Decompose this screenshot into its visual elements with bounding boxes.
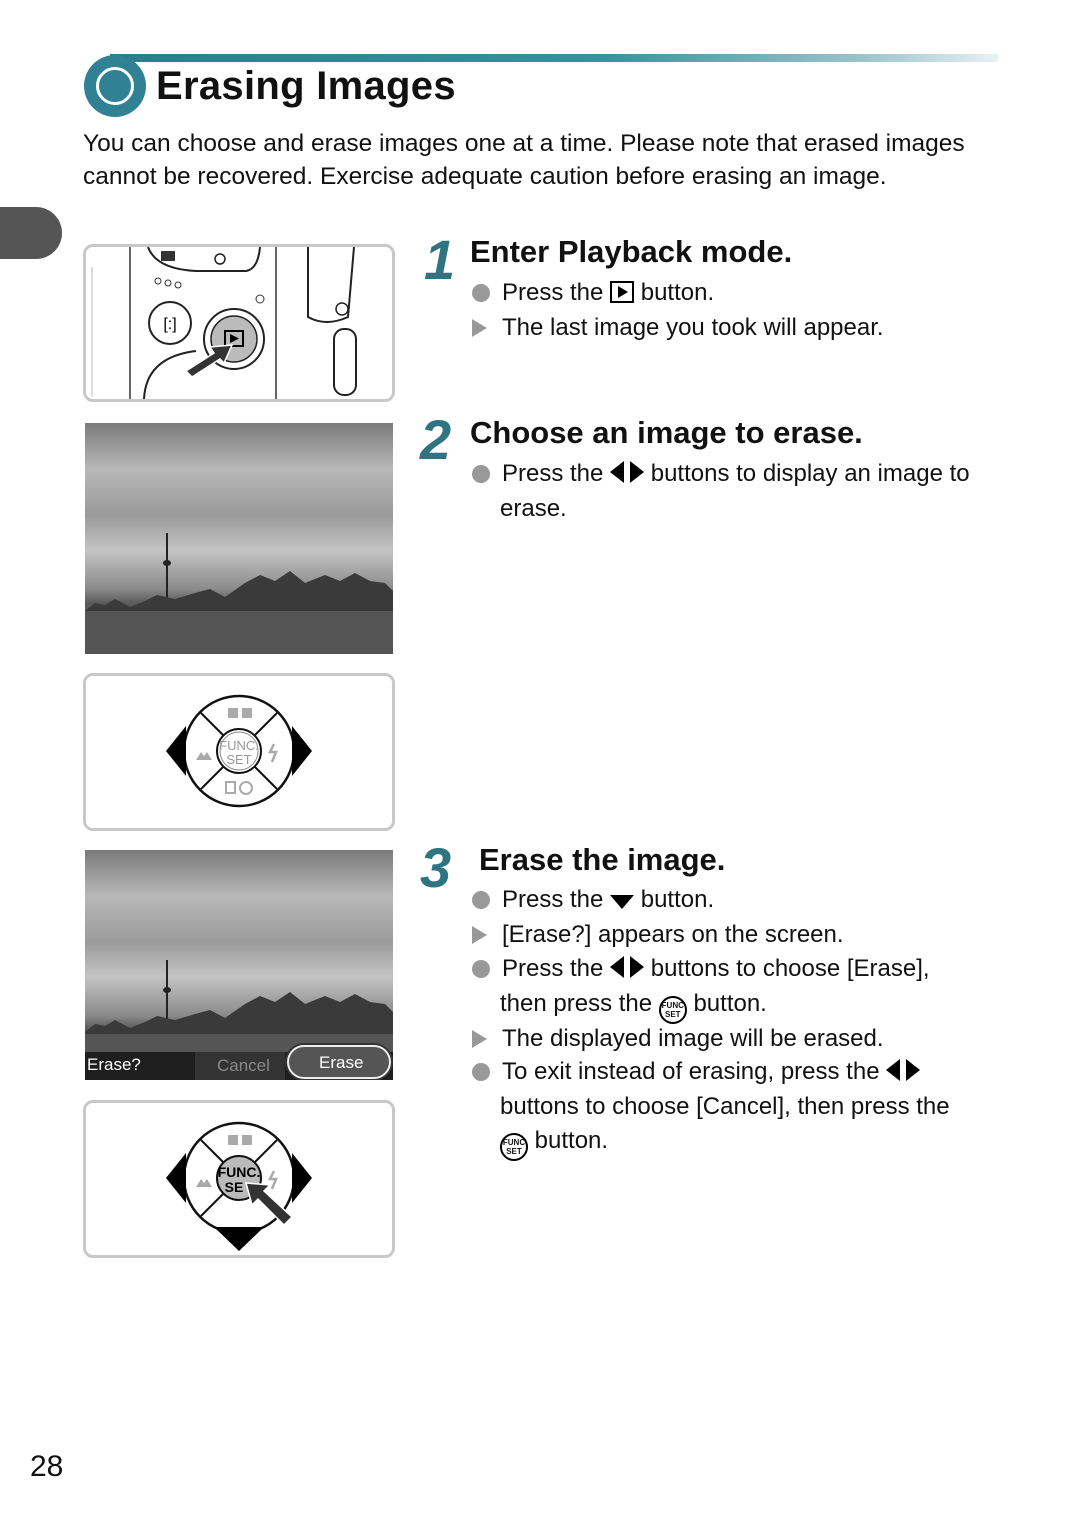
left-right-arrows-icon (610, 956, 645, 978)
step-1-title: Enter Playback mode. (470, 234, 793, 269)
set-label: SE (225, 1179, 244, 1195)
result-arrow-icon (472, 1030, 487, 1048)
bullet-icon (472, 284, 490, 302)
step-1-instruction: Press the button. (472, 275, 714, 310)
erase-option-selected: Erase (287, 1045, 391, 1079)
step-3-instruction-1: Press the button. (472, 882, 714, 917)
intro-paragraph: You can choose and erase images one at a… (83, 130, 965, 190)
bullet-icon (472, 465, 490, 483)
func-set-icon: FUNC SET (500, 1133, 528, 1161)
bullet-icon (472, 891, 490, 909)
step-1-result: The last image you took will appear. (470, 310, 884, 345)
step-3-number: 3 (420, 836, 452, 899)
step-2-title: Choose an image to erase. (470, 415, 863, 450)
header-rule (110, 54, 998, 62)
cancel-option: Cancel (195, 1052, 285, 1080)
section-bullet-icon (84, 55, 146, 117)
step-3-instruction-3-cont2: FUNC SET button. (500, 1123, 608, 1161)
step-3-instruction-3-cont: buttons to choose [Cancel], then press t… (500, 1093, 950, 1120)
func-set-icon: FUNC SET (658, 996, 687, 1024)
camera-back-illustration: [:] (83, 244, 395, 402)
control-dial-func-press-illustration: FUNC. SE (83, 1100, 395, 1258)
playback-icon (610, 281, 635, 303)
chapter-tab (0, 207, 62, 259)
left-right-arrows-icon (886, 1059, 921, 1081)
step-3-instruction-3: To exit instead of erasing, press the (472, 1054, 921, 1089)
skyline-drawing (85, 533, 393, 654)
page-title: Erasing Images (156, 64, 456, 108)
sample-photo-skyline (85, 423, 393, 654)
control-dial-left-right-illustration: FUNC. SET (83, 673, 395, 831)
step-1-number: 1 (424, 228, 456, 291)
set-label: SET (226, 752, 251, 767)
left-right-arrows-icon (610, 461, 645, 483)
step-2-instruction: Press the buttons to display an image to (472, 456, 970, 491)
func-label: FUNC. (218, 1164, 261, 1180)
erase-prompt: Erase? (87, 1055, 141, 1074)
step-2-instruction-cont: erase. (500, 495, 567, 522)
result-arrow-icon (472, 926, 487, 944)
step-3-instruction-2-cont: then press the FUNC SET button. (500, 986, 767, 1024)
step-3-result-2: The displayed image will be erased. (470, 1021, 884, 1056)
bullet-icon (472, 960, 490, 978)
step-3-title: Erase the image. (479, 842, 726, 877)
erase-confirmation-screen: Erase? Cancel Erase (85, 850, 393, 1080)
step-3-result-1: [Erase?] appears on the screen. (470, 917, 844, 952)
step-3-instruction-2: Press the buttons to choose [Erase], (472, 951, 930, 986)
control-dial-drawing: FUNC. SE (166, 1121, 312, 1251)
func-label: FUNC. (219, 738, 259, 753)
step-2-number: 2 (420, 408, 452, 471)
svg-text:[:]: [:] (163, 316, 176, 333)
bullet-icon (472, 1063, 490, 1081)
camera-playback-button-drawing: [:] (91, 247, 357, 399)
control-dial-drawing: FUNC. SET (166, 694, 312, 808)
down-arrow-icon (610, 895, 635, 909)
result-arrow-icon (472, 319, 487, 337)
page-number: 28 (30, 1450, 64, 1483)
